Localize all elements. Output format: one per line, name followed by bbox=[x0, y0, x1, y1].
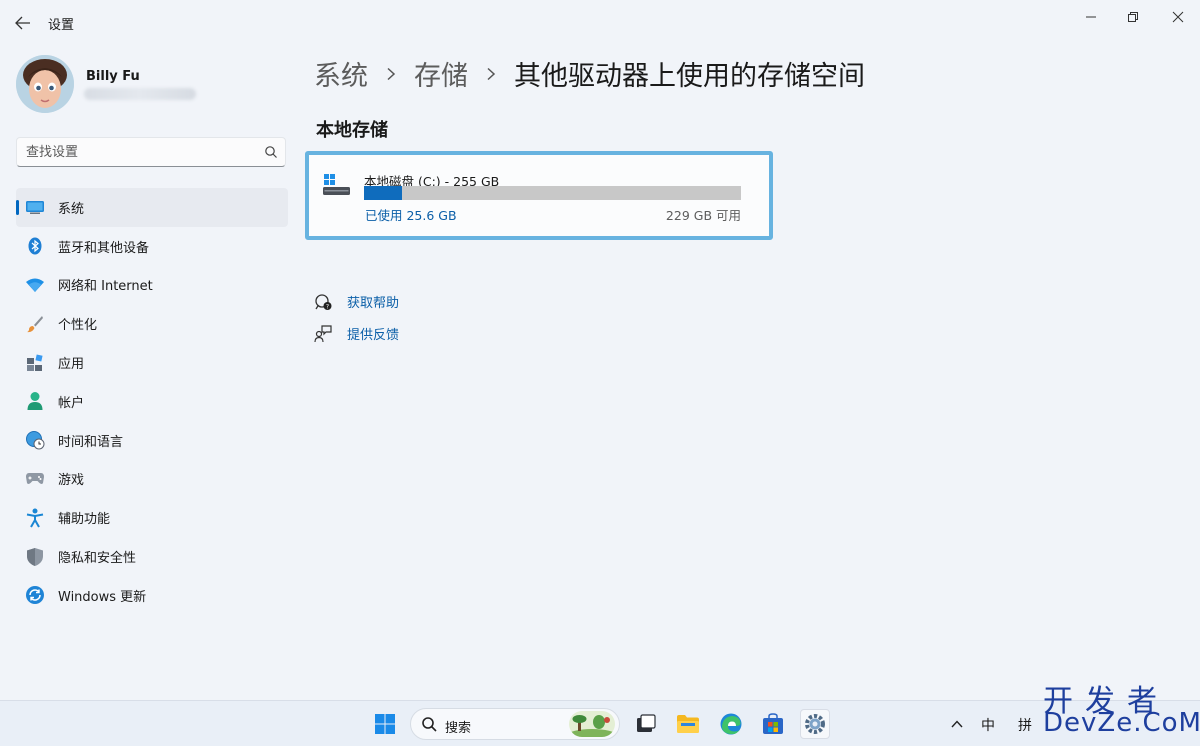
minimize-button[interactable] bbox=[1071, 4, 1111, 30]
system-icon bbox=[25, 197, 45, 217]
chevron-right-icon bbox=[468, 67, 514, 81]
task-view-icon bbox=[637, 714, 656, 732]
feedback-icon bbox=[314, 324, 332, 342]
close-icon bbox=[1172, 11, 1184, 23]
gamepad-icon bbox=[25, 469, 45, 489]
sidebar-item-gaming[interactable]: 游戏 bbox=[16, 460, 288, 499]
sidebar-item-privacy[interactable]: 隐私和安全性 bbox=[16, 537, 288, 576]
chevron-right-icon bbox=[368, 67, 414, 81]
sidebar-nav: 系统 蓝牙和其他设备 网络和 Internet 个性化 应用 帐户 时间和语言 … bbox=[16, 188, 288, 615]
sidebar-item-label: 蓝牙和其他设备 bbox=[58, 240, 150, 256]
globe-clock-icon bbox=[25, 430, 45, 450]
breadcrumb-storage[interactable]: 存储 bbox=[414, 54, 468, 93]
sidebar-item-label: 个性化 bbox=[58, 318, 98, 334]
back-button[interactable] bbox=[10, 11, 36, 35]
search-input[interactable] bbox=[17, 138, 257, 166]
brush-icon bbox=[25, 314, 45, 334]
sidebar-item-label: 应用 bbox=[58, 357, 85, 373]
wifi-icon bbox=[25, 275, 45, 295]
storage-usage-fill bbox=[364, 186, 402, 200]
watermark-line-2: DevZe.CoM bbox=[1043, 708, 1200, 738]
sidebar-item-network[interactable]: 网络和 Internet bbox=[16, 266, 288, 305]
restore-button[interactable] bbox=[1113, 4, 1153, 30]
sidebar-item-label: 网络和 Internet bbox=[58, 279, 153, 295]
ime-pinyin-indicator[interactable]: 拼 bbox=[1018, 715, 1032, 735]
search-icon bbox=[422, 717, 437, 732]
taskbar-search-label: 搜索 bbox=[445, 721, 472, 736]
taskbar-search[interactable]: 搜索 bbox=[410, 708, 620, 740]
sidebar-item-accounts[interactable]: 帐户 bbox=[16, 382, 288, 421]
used-space-label: 已使用 25.6 GB bbox=[365, 208, 457, 223]
sidebar-item-accessibility[interactable]: 辅助功能 bbox=[16, 498, 288, 537]
page-title: 其他驱动器上使用的存储空间 bbox=[514, 61, 865, 92]
give-feedback-link[interactable]: 提供反馈 bbox=[314, 324, 399, 343]
apps-icon bbox=[25, 353, 45, 373]
restore-icon bbox=[1128, 12, 1138, 22]
gear-icon bbox=[805, 714, 825, 734]
accessibility-icon bbox=[25, 508, 45, 528]
sidebar-item-label: 时间和语言 bbox=[58, 434, 124, 450]
store-icon bbox=[763, 713, 783, 734]
sidebar-item-personalization[interactable]: 个性化 bbox=[16, 304, 288, 343]
title-bar: 设置 bbox=[0, 0, 1200, 44]
search-icon[interactable] bbox=[263, 144, 279, 160]
minimize-icon bbox=[1086, 16, 1096, 18]
avatar-image bbox=[16, 55, 74, 113]
sidebar-item-apps[interactable]: 应用 bbox=[16, 343, 288, 382]
get-help-link[interactable]: ? 获取帮助 bbox=[314, 292, 399, 311]
taskbar: 搜索 中 拼 bbox=[0, 700, 1200, 746]
sidebar-item-label: 辅助功能 bbox=[58, 512, 111, 528]
update-icon bbox=[25, 585, 45, 605]
sidebar-item-bluetooth[interactable]: 蓝牙和其他设备 bbox=[16, 227, 288, 266]
sidebar-item-system[interactable]: 系统 bbox=[16, 188, 288, 227]
get-help-text[interactable]: 获取帮助 bbox=[347, 292, 399, 311]
give-feedback-text[interactable]: 提供反馈 bbox=[347, 324, 399, 343]
user-name: Billy Fu bbox=[86, 69, 140, 84]
settings-app-button[interactable] bbox=[800, 709, 830, 739]
search-highlight-illustration bbox=[569, 711, 615, 737]
bluetooth-icon bbox=[25, 236, 45, 256]
active-indicator bbox=[16, 200, 19, 215]
sidebar-item-label: 隐私和安全性 bbox=[58, 551, 137, 567]
app-title: 设置 bbox=[48, 18, 75, 33]
sidebar-item-time-language[interactable]: 时间和语言 bbox=[16, 421, 288, 460]
ime-mode-indicator[interactable]: 中 bbox=[981, 715, 995, 735]
sidebar-item-windows-update[interactable]: Windows 更新 bbox=[16, 576, 288, 615]
sidebar-item-label: 系统 bbox=[58, 201, 85, 217]
user-email-blurred bbox=[84, 88, 196, 100]
show-hidden-icons-button[interactable] bbox=[943, 709, 971, 739]
sidebar-item-label: 游戏 bbox=[58, 473, 85, 489]
file-explorer-button[interactable] bbox=[673, 709, 703, 739]
breadcrumb-system[interactable]: 系统 bbox=[314, 54, 368, 93]
windows-drive-icon bbox=[323, 174, 350, 195]
settings-search[interactable] bbox=[16, 137, 286, 167]
help-chat-icon: ? bbox=[315, 293, 332, 310]
sidebar-item-label: 帐户 bbox=[58, 395, 85, 411]
drive-card-c[interactable]: 本地磁盘 (C:) - 255 GB 已使用 25.6 GB 229 GB 可用 bbox=[305, 151, 773, 240]
sidebar-item-label: Windows 更新 bbox=[58, 589, 147, 605]
breadcrumb: 系统 存储 其他驱动器上使用的存储空间 bbox=[314, 54, 865, 93]
account-icon bbox=[25, 391, 45, 411]
section-title: 本地存储 bbox=[316, 120, 388, 141]
chevron-up-icon bbox=[951, 720, 963, 728]
edge-browser-button[interactable] bbox=[716, 709, 746, 739]
task-view-button[interactable] bbox=[631, 709, 661, 739]
start-button[interactable] bbox=[370, 709, 400, 739]
microsoft-store-button[interactable] bbox=[758, 709, 788, 739]
shield-icon bbox=[25, 547, 45, 567]
storage-usage-bar bbox=[364, 186, 741, 200]
back-arrow-icon bbox=[15, 16, 30, 30]
windows-logo-icon bbox=[375, 714, 395, 734]
svg-text:?: ? bbox=[326, 303, 329, 310]
avatar[interactable] bbox=[16, 55, 74, 113]
close-button[interactable] bbox=[1158, 4, 1198, 30]
folder-icon bbox=[677, 715, 699, 733]
free-space-label: 229 GB 可用 bbox=[665, 208, 741, 223]
edge-icon bbox=[720, 713, 742, 735]
